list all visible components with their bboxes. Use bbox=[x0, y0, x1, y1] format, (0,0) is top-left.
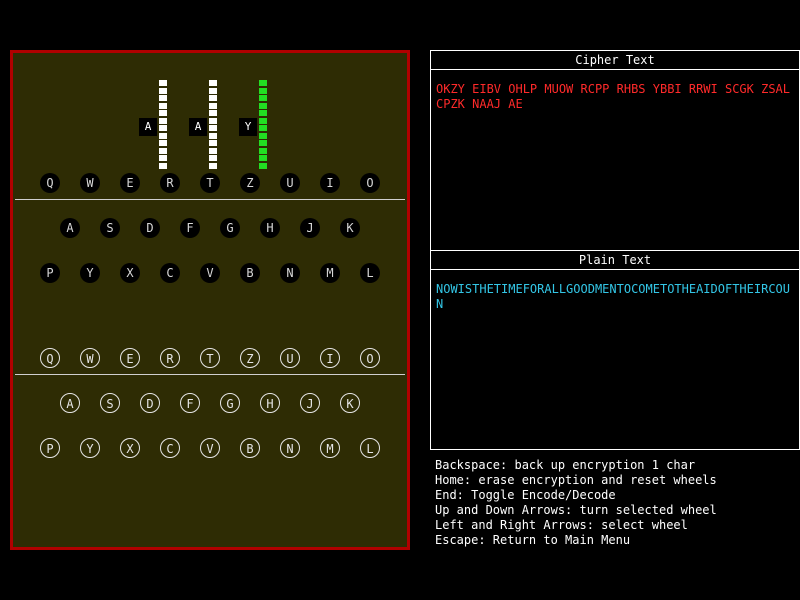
section-divider bbox=[15, 374, 405, 375]
key-s[interactable]: S bbox=[100, 393, 120, 413]
lamp-t: T bbox=[200, 173, 220, 193]
rotor-position-letter: A bbox=[139, 118, 157, 136]
lamp-k: K bbox=[340, 218, 360, 238]
lamp-y: Y bbox=[80, 263, 100, 283]
lamp-f: F bbox=[180, 218, 200, 238]
lamp-b: B bbox=[240, 263, 260, 283]
help-line: End: Toggle Encode/Decode bbox=[435, 488, 616, 502]
key-k[interactable]: K bbox=[340, 393, 360, 413]
key-q[interactable]: Q bbox=[40, 348, 60, 368]
key-r[interactable]: R bbox=[160, 348, 180, 368]
key-g[interactable]: G bbox=[220, 393, 240, 413]
lamp-g: G bbox=[220, 218, 240, 238]
rotor-wheel[interactable] bbox=[159, 80, 167, 170]
key-u[interactable]: U bbox=[280, 348, 300, 368]
lamp-s: S bbox=[100, 218, 120, 238]
key-i[interactable]: I bbox=[320, 348, 340, 368]
section-divider bbox=[15, 199, 405, 200]
lamp-e: E bbox=[120, 173, 140, 193]
lamp-q: Q bbox=[40, 173, 60, 193]
key-o[interactable]: O bbox=[360, 348, 380, 368]
lamp-z: Z bbox=[240, 173, 260, 193]
lamp-x: X bbox=[120, 263, 140, 283]
key-m[interactable]: M bbox=[320, 438, 340, 458]
key-x[interactable]: X bbox=[120, 438, 140, 458]
rotor-position-letter: A bbox=[189, 118, 207, 136]
lamp-n: N bbox=[280, 263, 300, 283]
cipher-text-content: OKZY EIBV OHLP MUOW RCPP RHBS YBBI RRWI … bbox=[436, 82, 798, 111]
lamp-v: V bbox=[200, 263, 220, 283]
key-a[interactable]: A bbox=[60, 393, 80, 413]
key-z[interactable]: Z bbox=[240, 348, 260, 368]
key-w[interactable]: W bbox=[80, 348, 100, 368]
lamp-l: L bbox=[360, 263, 380, 283]
lamp-r: R bbox=[160, 173, 180, 193]
lamp-o: O bbox=[360, 173, 380, 193]
lamp-a: A bbox=[60, 218, 80, 238]
key-h[interactable]: H bbox=[260, 393, 280, 413]
plain-text-panel: Plain Text NOWISTHETIMEFORALLGOODMENTOCO… bbox=[430, 250, 800, 450]
key-l[interactable]: L bbox=[360, 438, 380, 458]
lamp-d: D bbox=[140, 218, 160, 238]
lamp-m: M bbox=[320, 263, 340, 283]
key-y[interactable]: Y bbox=[80, 438, 100, 458]
key-e[interactable]: E bbox=[120, 348, 140, 368]
help-text: Backspace: back up encryption 1 char Hom… bbox=[435, 458, 717, 548]
key-t[interactable]: T bbox=[200, 348, 220, 368]
help-line: Home: erase encryption and reset wheels bbox=[435, 473, 717, 487]
plain-text-title: Plain Text bbox=[431, 251, 799, 270]
key-p[interactable]: P bbox=[40, 438, 60, 458]
help-line: Escape: Return to Main Menu bbox=[435, 533, 631, 547]
rotor-wheel[interactable] bbox=[209, 80, 217, 170]
lamp-p: P bbox=[40, 263, 60, 283]
help-line: Backspace: back up encryption 1 char bbox=[435, 458, 696, 472]
key-j[interactable]: J bbox=[300, 393, 320, 413]
key-d[interactable]: D bbox=[140, 393, 160, 413]
lamp-h: H bbox=[260, 218, 280, 238]
plain-text-content: NOWISTHETIMEFORALLGOODMENTOCOMETOTHEAIDO… bbox=[436, 282, 791, 311]
cipher-text-panel: Cipher Text OKZY EIBV OHLP MUOW RCPP RHB… bbox=[430, 50, 800, 251]
enigma-machine: AAY QWERTZUIOASDFGHJKPYXCVBNML QWERTZUIO… bbox=[10, 50, 410, 550]
cipher-text-title: Cipher Text bbox=[431, 51, 799, 70]
help-line: Up and Down Arrows: turn selected wheel bbox=[435, 503, 717, 517]
key-f[interactable]: F bbox=[180, 393, 200, 413]
lamp-c: C bbox=[160, 263, 180, 283]
rotor-wheel[interactable] bbox=[259, 80, 267, 170]
rotor-position-letter: Y bbox=[239, 118, 257, 136]
key-v[interactable]: V bbox=[200, 438, 220, 458]
key-c[interactable]: C bbox=[160, 438, 180, 458]
lamp-u: U bbox=[280, 173, 300, 193]
lamp-i: I bbox=[320, 173, 340, 193]
key-b[interactable]: B bbox=[240, 438, 260, 458]
lamp-w: W bbox=[80, 173, 100, 193]
key-n[interactable]: N bbox=[280, 438, 300, 458]
lamp-j: J bbox=[300, 218, 320, 238]
help-line: Left and Right Arrows: select wheel bbox=[435, 518, 688, 532]
